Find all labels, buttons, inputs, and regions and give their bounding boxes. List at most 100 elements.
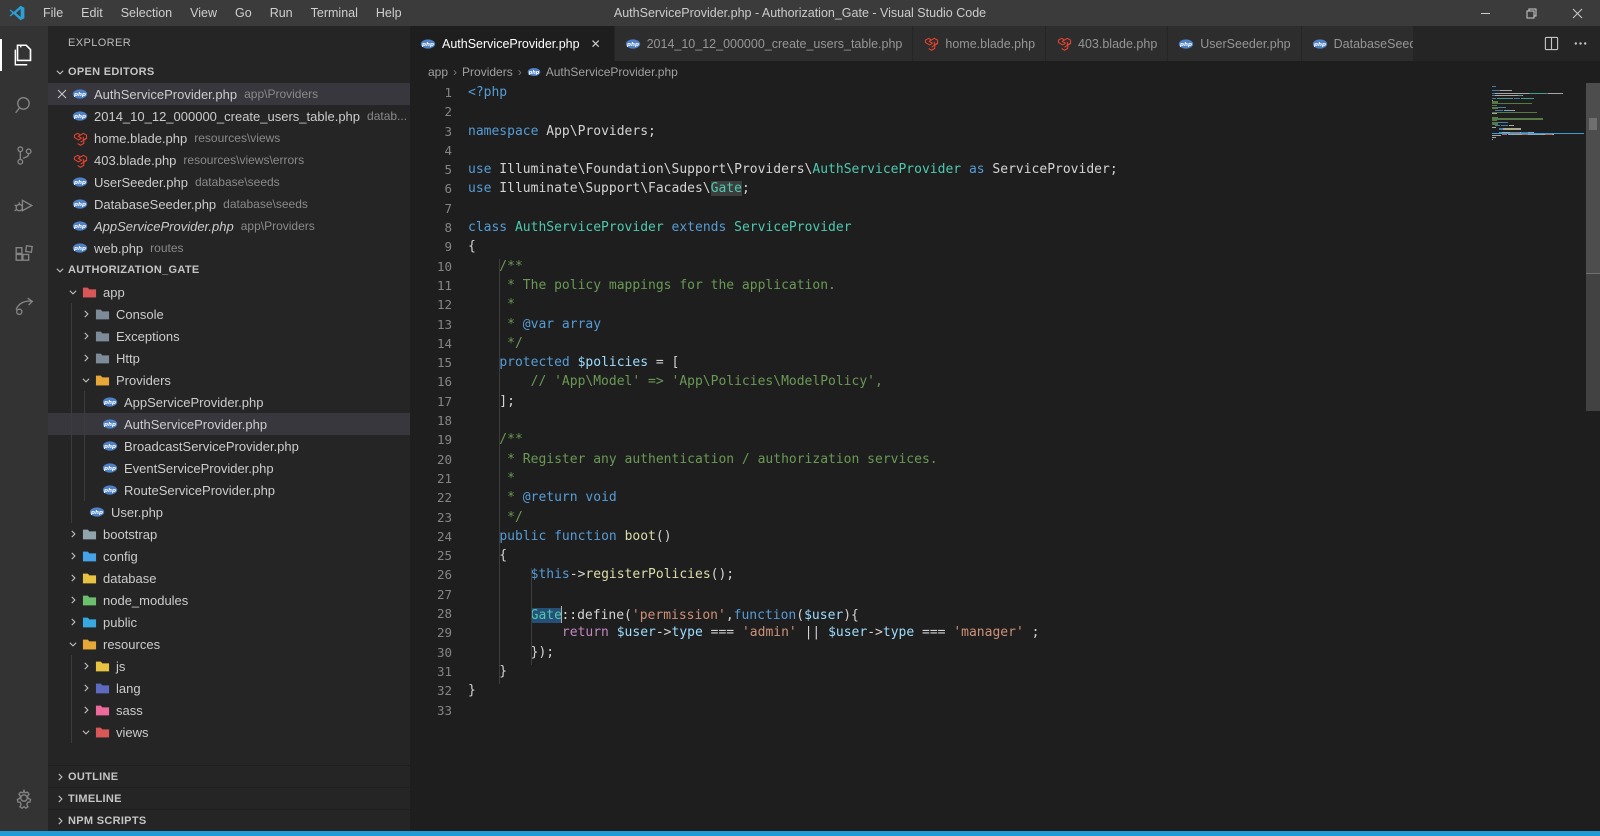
open-editor-UserSeeder.php[interactable]: php UserSeeder.php database\seeds [48,171,410,193]
open-editor-403.blade.php[interactable]: 403.blade.php resources\views\errors [48,149,410,171]
tree-item-EventServiceProvider.php[interactable]: php EventServiceProvider.php [48,457,410,479]
code-line-18[interactable]: 18 [410,413,1600,432]
code-line-15[interactable]: 15 protected $policies = [ [410,355,1600,374]
code-line-13[interactable]: 13 * @var array [410,317,1600,336]
restore-button[interactable] [1508,0,1554,26]
code-editor[interactable]: 1 <?php 2 3 namespace App\Providers; 4 5 use Il… [410,83,1600,831]
npm-scripts-header[interactable]: NPM SCRIPTS [48,809,410,831]
code-line-26[interactable]: 26 $this->registerPolicies(); [410,567,1600,586]
open-editor-web.php[interactable]: php web.php routes [48,237,410,259]
explorer-icon[interactable] [0,30,48,80]
open-editor-2014_10_12_000000_create_users_table.php[interactable]: php 2014_10_12_000000_create_users_table.… [48,105,410,127]
tree-item-app[interactable]: app [48,281,410,303]
minimap[interactable] [1492,86,1584,142]
tree-item-RouteServiceProvider.php[interactable]: php RouteServiceProvider.php [48,479,410,501]
code-line-14[interactable]: 14 */ [410,336,1600,355]
menu-edit[interactable]: Edit [72,0,112,26]
code-line-31[interactable]: 31 } [410,664,1600,683]
tree-item-js[interactable]: js [48,655,410,677]
code-line-3[interactable]: 3 namespace App\Providers; [410,124,1600,143]
editor-scrollbar[interactable] [1586,83,1600,411]
extensions-icon[interactable] [0,230,48,280]
tab-403.blade.php[interactable]: 403.blade.php [1046,26,1169,61]
tree-item-AppServiceProvider.php[interactable]: php AppServiceProvider.php [48,391,410,413]
tree-item-database[interactable]: database [48,567,410,589]
code-line-5[interactable]: 5 use Illuminate\Foundation\Support\Provi… [410,162,1600,181]
tree-item-BroadcastServiceProvider.php[interactable]: php BroadcastServiceProvider.php [48,435,410,457]
tree-item-Console[interactable]: Console [48,303,410,325]
code-line-24[interactable]: 24 public function boot() [410,529,1600,548]
menu-view[interactable]: View [181,0,226,26]
breadcrumb-item-AuthServiceProvider.php[interactable]: php AuthServiceProvider.php [527,65,678,79]
code-line-25[interactable]: 25 { [410,548,1600,567]
code-line-4[interactable]: 4 [410,143,1600,162]
code-line-23[interactable]: 23 */ [410,510,1600,529]
code-line-28[interactable]: 28 Gate::define('permission',function($u… [410,606,1600,625]
breadcrumb-item-app[interactable]: app [428,65,448,79]
tab-DatabaseSeeder.php[interactable]: php DatabaseSeeder.php [1301,26,1414,61]
tree-item-resources[interactable]: resources [48,633,410,655]
code-line-22[interactable]: 22 * @return void [410,490,1600,509]
timeline-header[interactable]: TIMELINE [48,787,410,809]
code-line-27[interactable]: 27 [410,587,1600,606]
code-line-29[interactable]: 29 return $user->type === 'admin' || $us… [410,625,1600,644]
tree-item-node_modules[interactable]: node_modules [48,589,410,611]
close-button[interactable] [1554,0,1600,26]
tree-item-AuthServiceProvider.php[interactable]: php AuthServiceProvider.php [48,413,410,435]
menu-go[interactable]: Go [226,0,261,26]
tab-UserSeeder.php[interactable]: php UserSeeder.php [1168,26,1302,61]
menu-run[interactable]: Run [261,0,302,26]
tree-item-User.php[interactable]: php User.php [48,501,410,523]
menu-selection[interactable]: Selection [112,0,181,26]
tree-item-Http[interactable]: Http [48,347,410,369]
tree-item-lang[interactable]: lang [48,677,410,699]
code-line-32[interactable]: 32} [410,683,1600,702]
open-editor-DatabaseSeeder.php[interactable]: php DatabaseSeeder.php database\seeds [48,193,410,215]
open-editors-header[interactable]: OPEN EDITORS [48,61,410,83]
source-control-icon[interactable] [0,130,48,180]
code-line-10[interactable]: 10 /** [410,259,1600,278]
menu-help[interactable]: Help [367,0,411,26]
project-header[interactable]: AUTHORIZATION_GATE [48,259,410,281]
code-line-17[interactable]: 17 ]; [410,394,1600,413]
search-icon[interactable] [0,80,48,130]
open-editor-AuthServiceProvider.php[interactable]: php AuthServiceProvider.php app\Providers [48,83,410,105]
code-line-6[interactable]: 6 use Illuminate\Support\Facades\Gate; [410,181,1600,200]
tab-AuthServiceProvider.php[interactable]: php AuthServiceProvider.php ✕ [410,26,615,61]
breadcrumb-item-Providers[interactable]: Providers [462,65,513,79]
tab-2014_10_12_000000_create_users_table.php[interactable]: php 2014_10_12_000000_create_users_table.… [614,26,914,61]
tab-home.blade.php[interactable]: home.blade.php [913,26,1047,61]
open-editor-home.blade.php[interactable]: home.blade.php resources\views [48,127,410,149]
code-line-16[interactable]: 16 // 'App\Model' => 'App\Policies\Model… [410,374,1600,393]
code-line-8[interactable]: 8 class AuthServiceProvider extends Servi… [410,220,1600,239]
live-share-icon[interactable] [0,280,48,330]
tree-item-Exceptions[interactable]: Exceptions [48,325,410,347]
menu-file[interactable]: File [34,0,72,26]
more-actions-icon[interactable] [1573,36,1588,51]
code-line-12[interactable]: 12 * [410,297,1600,316]
tree-item-Providers[interactable]: Providers [48,369,410,391]
code-line-30[interactable]: 30 }); [410,645,1600,664]
manage-gear-icon[interactable] [0,773,48,823]
code-line-11[interactable]: 11 * The policy mappings for the applica… [410,278,1600,297]
outline-header[interactable]: OUTLINE [48,765,410,787]
open-editor-AppServiceProvider.php[interactable]: php AppServiceProvider.php app\Providers [48,215,410,237]
code-line-9[interactable]: 9{ [410,239,1600,258]
code-line-2[interactable]: 2 [410,104,1600,123]
code-line-21[interactable]: 21 * [410,471,1600,490]
tree-item-views[interactable]: views [48,721,410,743]
close-icon[interactable] [54,86,70,102]
code-line-19[interactable]: 19 /** [410,432,1600,451]
menu-terminal[interactable]: Terminal [302,0,367,26]
tree-item-bootstrap[interactable]: bootstrap [48,523,410,545]
run-and-debug-icon[interactable] [0,180,48,230]
minimize-button[interactable] [1462,0,1508,26]
code-line-7[interactable]: 7 [410,201,1600,220]
code-line-20[interactable]: 20 * Register any authentication / autho… [410,452,1600,471]
code-line-1[interactable]: 1 <?php [410,85,1600,104]
tree-item-config[interactable]: config [48,545,410,567]
tree-item-sass[interactable]: sass [48,699,410,721]
split-editor-icon[interactable] [1544,36,1559,51]
scrollbar-thumb[interactable] [1589,118,1597,130]
code-line-33[interactable]: 33 [410,703,1600,722]
